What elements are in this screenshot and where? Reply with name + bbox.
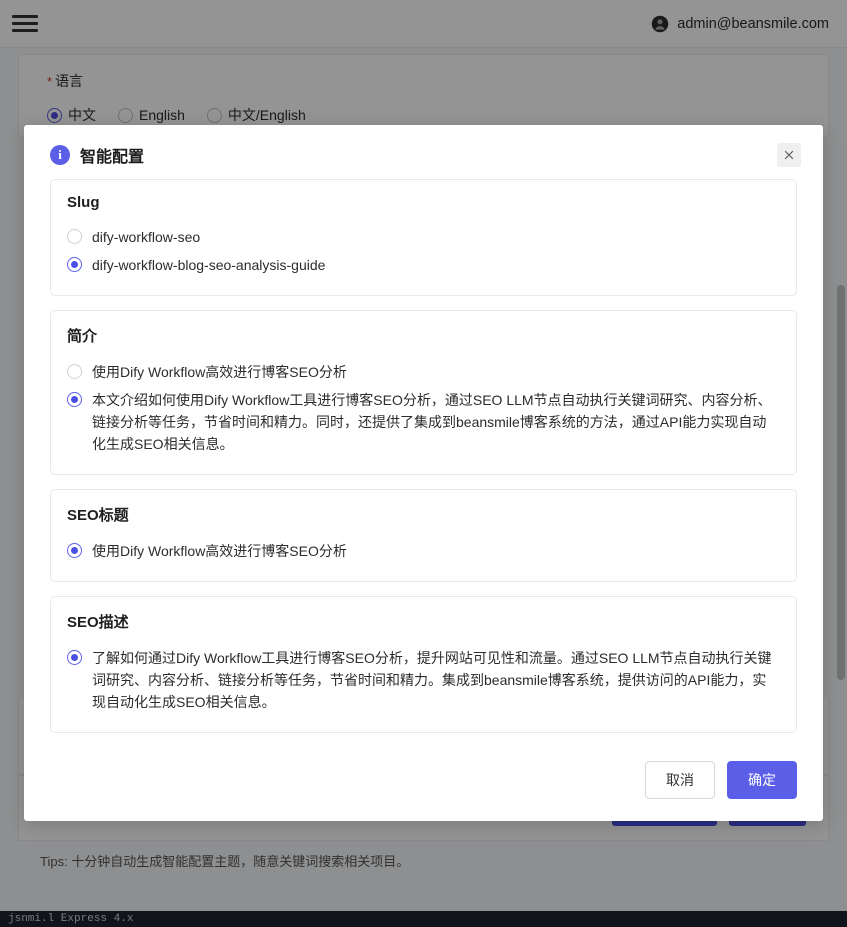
- option-row[interactable]: 使用Dify Workflow高效进行博客SEO分析: [67, 537, 780, 565]
- smart-config-dialog: i 智能配置 Slug dify-workflow-seo dify-workf…: [24, 125, 823, 821]
- dialog-header: i 智能配置: [24, 125, 823, 175]
- confirm-button[interactable]: 确定: [727, 761, 797, 799]
- section-title: 简介: [67, 328, 98, 345]
- option-text: 了解如何通过Dify Workflow工具进行博客SEO分析，提升网站可见性和流…: [92, 650, 772, 710]
- dialog-footer: 取消 确定: [24, 747, 823, 821]
- section-title: Slug: [67, 194, 100, 211]
- option-text: dify-workflow-blog-seo-analysis-guide: [92, 257, 326, 273]
- info-circle-icon: i: [50, 145, 70, 165]
- section-slug: Slug dify-workflow-seo dify-workflow-blo…: [50, 179, 797, 296]
- option-row[interactable]: 使用Dify Workflow高效进行博客SEO分析: [67, 358, 780, 386]
- option-text: dify-workflow-seo: [92, 229, 201, 245]
- option-text: 使用Dify Workflow高效进行博客SEO分析: [92, 543, 347, 559]
- radio-indicator: [67, 229, 82, 244]
- close-icon: [783, 149, 795, 161]
- section-intro: 简介 使用Dify Workflow高效进行博客SEO分析 本文介绍如何使用Di…: [50, 310, 797, 475]
- close-dialog-button[interactable]: [777, 143, 801, 167]
- section-title: SEO描述: [67, 614, 129, 631]
- page-scrollbar-thumb[interactable]: [837, 285, 845, 680]
- dialog-body: Slug dify-workflow-seo dify-workflow-blo…: [24, 175, 823, 747]
- option-row[interactable]: dify-workflow-blog-seo-analysis-guide: [67, 251, 780, 279]
- option-text: 使用Dify Workflow高效进行博客SEO分析: [92, 364, 347, 380]
- radio-indicator: [67, 650, 82, 665]
- dialog-title: 智能配置: [80, 149, 145, 166]
- section-seo-description: SEO描述 了解如何通过Dify Workflow工具进行博客SEO分析，提升网…: [50, 596, 797, 733]
- radio-indicator: [67, 392, 82, 407]
- section-seo-title: SEO标题 使用Dify Workflow高效进行博客SEO分析: [50, 489, 797, 582]
- radio-indicator: [67, 364, 82, 379]
- option-row[interactable]: 本文介绍如何使用Dify Workflow工具进行博客SEO分析，通过SEO L…: [67, 386, 780, 458]
- option-text: 本文介绍如何使用Dify Workflow工具进行博客SEO分析，通过SEO L…: [92, 392, 772, 452]
- section-title: SEO标题: [67, 507, 129, 524]
- option-row[interactable]: dify-workflow-seo: [67, 223, 780, 251]
- radio-indicator: [67, 543, 82, 558]
- option-row[interactable]: 了解如何通过Dify Workflow工具进行博客SEO分析，提升网站可见性和流…: [67, 644, 780, 716]
- radio-indicator: [67, 257, 82, 272]
- dialog-title-group: i 智能配置: [50, 143, 144, 167]
- cancel-button[interactable]: 取消: [645, 761, 715, 799]
